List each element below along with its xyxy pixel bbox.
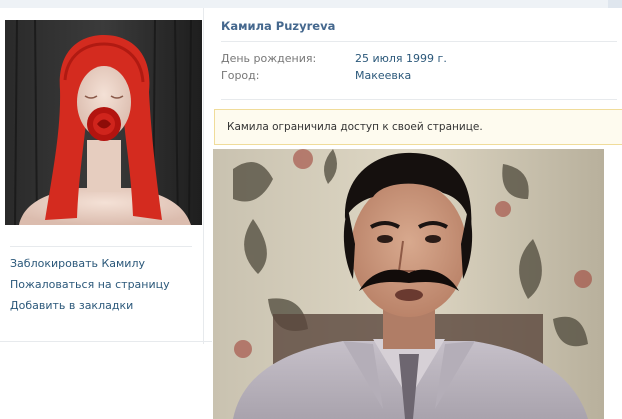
profile-actions-menu: Заблокировать Камилу Пожаловаться на стр…	[10, 246, 192, 316]
info-row-birthday: День рождения: 25 июля 1999 г.	[221, 51, 617, 67]
left-bottom-divider	[0, 341, 212, 342]
man-photo	[213, 149, 604, 419]
left-column: Заблокировать Камилу Пожаловаться на стр…	[0, 8, 206, 344]
top-header-strip-inner	[0, 0, 608, 8]
restricted-access-notice: Камила ограничила доступ к своей страниц…	[214, 109, 622, 145]
info-divider	[221, 99, 617, 100]
avatar-photo	[5, 20, 202, 225]
birthday-value[interactable]: 25 июля 1999 г.	[355, 51, 447, 67]
report-page-link[interactable]: Пожаловаться на страницу	[10, 274, 192, 295]
name-divider	[221, 41, 617, 42]
profile-name: Камила Puzyreva	[221, 19, 336, 33]
city-label: Город:	[221, 69, 260, 82]
block-user-link[interactable]: Заблокировать Камилу	[10, 253, 192, 274]
info-row-city: Город: Макеевка	[221, 68, 617, 84]
profile-avatar[interactable]	[5, 20, 202, 225]
birthday-label: День рождения:	[221, 52, 317, 65]
add-bookmark-link[interactable]: Добавить в закладки	[10, 295, 192, 316]
column-divider	[203, 8, 204, 344]
city-value[interactable]: Макеевка	[355, 68, 411, 84]
overlay-photo	[213, 149, 604, 419]
top-header-strip	[0, 0, 622, 8]
